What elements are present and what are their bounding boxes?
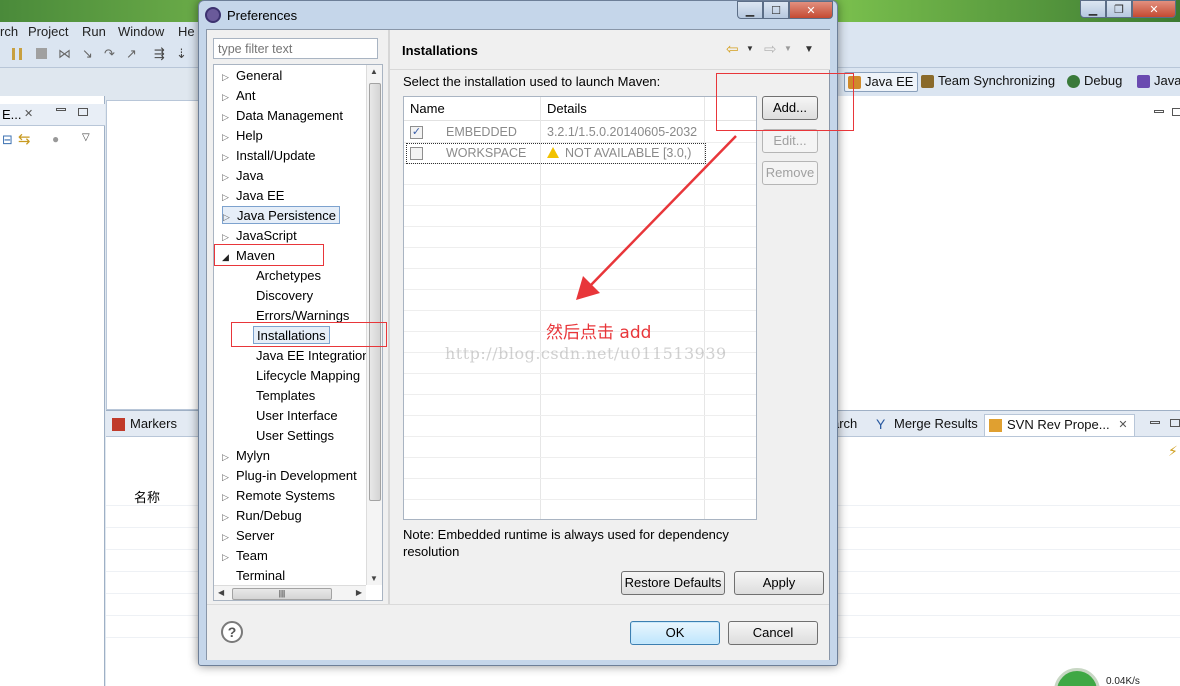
annotation-arrow: [576, 135, 737, 300]
arrow-shaft: [589, 135, 737, 287]
annotation-text: 然后点击 add: [546, 323, 652, 343]
watermark: http://blog.csdn.net/u011513939: [445, 344, 727, 363]
